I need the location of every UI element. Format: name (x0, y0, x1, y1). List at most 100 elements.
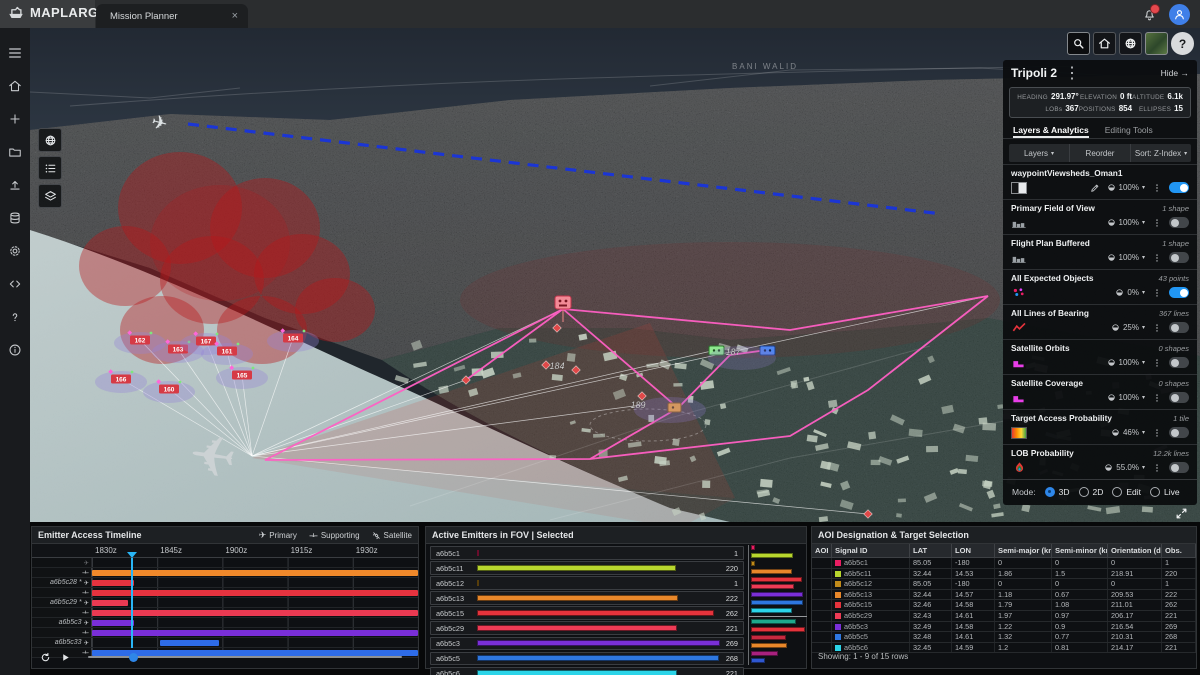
map-toolbar-globe-icon[interactable] (1119, 32, 1142, 55)
timeline-row[interactable] (32, 588, 418, 598)
layer-visibility-toggle[interactable] (1169, 392, 1189, 403)
emitter-row[interactable]: a6b5c5268 (430, 652, 744, 666)
layer-row[interactable]: Target Access Probability1 tile46%▾ (1003, 409, 1197, 444)
layer-opacity-dropdown[interactable]: 46%▾ (1111, 428, 1145, 437)
sidebar-help-icon[interactable] (8, 300, 22, 333)
layer-row[interactable]: Satellite Coverage0 shapes100%▾ (1003, 374, 1197, 409)
tab-mission-planner[interactable]: Mission Planner × (96, 4, 248, 28)
layer-menu-icon[interactable] (1152, 393, 1162, 403)
aoi-col-header[interactable]: Obs. (1162, 544, 1196, 557)
mode-option-edit[interactable]: Edit (1112, 487, 1141, 497)
panel-hide-button[interactable]: Hide → (1161, 68, 1189, 78)
sidebar-settings-icon[interactable] (8, 234, 22, 267)
timeline-row[interactable]: ✈ (32, 558, 418, 568)
aoi-table-row[interactable]: a6b5c1132.4414.531.861.5218.91220 (812, 569, 1196, 580)
user-avatar[interactable] (1169, 4, 1190, 25)
aoi-col-header[interactable]: AOI (812, 544, 832, 557)
emitter-row[interactable]: a6b5c6221 (430, 667, 744, 675)
aoi-col-header[interactable]: Semi-minor (km) (1052, 544, 1108, 557)
mode-option-live[interactable]: Live (1150, 487, 1180, 497)
map-toolbar-help-icon[interactable]: ? (1171, 32, 1194, 55)
notifications-bell-icon[interactable] (1142, 7, 1157, 22)
emitter-row[interactable]: a6b5c121 (430, 576, 744, 590)
aoi-table-row[interactable]: a6b5c1285.05-1800001 (812, 579, 1196, 590)
control-layers[interactable]: Layers ▾ (1009, 144, 1070, 162)
layer-opacity-dropdown[interactable]: 100%▾ (1107, 218, 1145, 227)
emitter-row[interactable]: a6b5c11 (430, 546, 744, 560)
emitter-row[interactable]: a6b5c3269 (430, 637, 744, 651)
control-reorder[interactable]: Reorder (1070, 144, 1131, 162)
replay-button[interactable] (40, 652, 51, 663)
layer-menu-icon[interactable] (1152, 323, 1162, 333)
layer-opacity-dropdown[interactable]: 100%▾ (1107, 393, 1145, 402)
tab-editing-tools[interactable]: Editing Tools (1105, 125, 1153, 138)
layer-visibility-toggle[interactable] (1169, 322, 1189, 333)
layer-opacity-dropdown[interactable]: 0%▾ (1115, 288, 1145, 297)
panel-menu-icon[interactable]: ⋮ (1064, 63, 1080, 83)
play-button[interactable] (60, 652, 71, 663)
aoi-table-row[interactable]: a6b5c332.4914.581.220.9216.54269 (812, 622, 1196, 633)
aoi-col-header[interactable]: Signal ID (832, 544, 910, 557)
map-tool-layers-icon[interactable] (38, 184, 62, 208)
mode-option-3d[interactable]: 3D (1045, 487, 1070, 497)
sidebar-folder-icon[interactable] (8, 135, 22, 168)
playhead-marker[interactable] (127, 552, 137, 558)
emitter-row[interactable]: a6b5c29221 (430, 621, 744, 635)
layer-opacity-dropdown[interactable]: 100%▾ (1107, 183, 1145, 192)
layer-visibility-toggle[interactable] (1169, 182, 1189, 193)
map-toolbar-home-icon[interactable] (1093, 32, 1116, 55)
layer-opacity-dropdown[interactable]: 25%▾ (1111, 323, 1145, 332)
aoi-col-header[interactable]: LAT (910, 544, 952, 557)
primary-aircraft-icon[interactable]: ✈ (185, 422, 240, 491)
map-toolbar-search-icon[interactable] (1067, 32, 1090, 55)
layer-opacity-dropdown[interactable]: 100%▾ (1107, 253, 1145, 262)
fullscreen-expand-icon[interactable] (1175, 507, 1188, 520)
time-slider[interactable] (88, 656, 402, 658)
emitter-row[interactable]: a6b5c13222 (430, 591, 744, 605)
layer-visibility-toggle[interactable] (1169, 357, 1189, 368)
sidebar-upload-icon[interactable] (8, 168, 22, 201)
aoi-table-row[interactable]: a6b5c532.4814.611.320.77210.31268 (812, 632, 1196, 643)
layer-row[interactable]: Satellite Orbits0 shapes100%▾ (1003, 339, 1197, 374)
layer-visibility-toggle[interactable] (1169, 287, 1189, 298)
timeline-row[interactable] (32, 628, 418, 638)
layer-row[interactable]: All Lines of Bearing367 lines25%▾ (1003, 304, 1197, 339)
layer-row[interactable]: All Expected Objects43 points0%▾ (1003, 269, 1197, 304)
sidebar-home-icon[interactable] (8, 69, 22, 102)
aoi-table-row[interactable]: a6b5c1332.4414.571.180.67209.53222 (812, 590, 1196, 601)
layer-menu-icon[interactable] (1152, 218, 1162, 228)
app-logo[interactable]: MAPLARGE (7, 3, 108, 21)
map-tool-legend-icon[interactable] (38, 156, 62, 180)
sidebar-info-icon[interactable] (8, 333, 22, 366)
layer-opacity-dropdown[interactable]: 55.0%▾ (1104, 463, 1145, 472)
sidebar-menu-icon[interactable] (7, 36, 23, 69)
aoi-col-header[interactable]: Orientation (deg) (1108, 544, 1162, 557)
aoi-col-header[interactable]: LON (952, 544, 995, 557)
timeline-row[interactable]: a6b5c3✈ (32, 618, 418, 628)
layer-opacity-dropdown[interactable]: 100%▾ (1107, 358, 1145, 367)
emitter-row[interactable]: a6b5c15262 (430, 606, 744, 620)
layer-menu-icon[interactable] (1152, 183, 1162, 193)
timeline-row[interactable]: a6b5c28 *✈ (32, 578, 418, 588)
layer-visibility-toggle[interactable] (1169, 252, 1189, 263)
aoi-table-row[interactable]: a6b5c2932.4314.611.970.97206.17221 (812, 611, 1196, 622)
layer-menu-icon[interactable] (1152, 428, 1162, 438)
layer-visibility-toggle[interactable] (1169, 427, 1189, 438)
time-slider-handle[interactable] (129, 653, 138, 662)
layer-row[interactable]: waypointViewsheds_Oman1100%▾ (1003, 164, 1197, 199)
tab-close-icon[interactable]: × (232, 10, 238, 22)
sidebar-code-icon[interactable] (8, 267, 22, 300)
layer-menu-icon[interactable] (1152, 358, 1162, 368)
layer-visibility-toggle[interactable] (1169, 217, 1189, 228)
timeline-row[interactable] (32, 608, 418, 618)
map-tool-globe-icon[interactable] (38, 128, 62, 152)
mode-option-2d[interactable]: 2D (1079, 487, 1104, 497)
timeline-row[interactable]: a6b5c29 *✈ (32, 598, 418, 608)
layer-row[interactable]: Primary Field of View1 shape100%▾ (1003, 199, 1197, 234)
aoi-col-header[interactable]: Semi-major (km) (995, 544, 1052, 557)
map-viewport[interactable]: 162163167161165166160164 184187189 BANI … (30, 28, 1200, 522)
sidebar-database-icon[interactable] (8, 201, 22, 234)
layer-visibility-toggle[interactable] (1169, 462, 1189, 473)
map-toolbar-basemap-icon[interactable] (1145, 32, 1168, 55)
aoi-table-row[interactable]: a6b5c1532.4614.581.791.08211.01262 (812, 600, 1196, 611)
